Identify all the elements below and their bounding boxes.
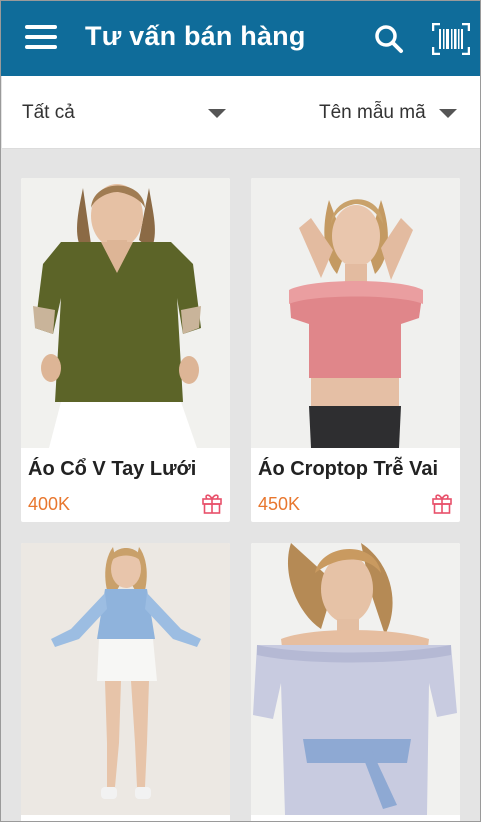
- barcode-scan-icon[interactable]: [431, 22, 471, 56]
- product-card[interactable]: Áo Croptop Trễ Vai 450K: [251, 178, 460, 522]
- filter-bar: Tất cả Tên mẫu mã: [2, 76, 480, 149]
- dropdown-arrow-icon: [439, 109, 457, 118]
- product-image: [21, 543, 230, 815]
- search-icon[interactable]: [373, 23, 405, 55]
- app-bar: Tư vấn bán hàng: [1, 1, 480, 76]
- product-name: Áo Croptop Trễ Vai: [258, 458, 439, 480]
- category-dropdown-label: Tất cả: [22, 102, 75, 123]
- sort-dropdown[interactable]: Tên mẫu mã: [319, 100, 459, 126]
- product-image: [21, 178, 230, 448]
- gift-icon[interactable]: [201, 492, 223, 514]
- product-name: Áo Cổ V Tay Lưới: [28, 458, 197, 480]
- product-image: [251, 178, 460, 448]
- category-dropdown[interactable]: Tất cả: [22, 100, 228, 126]
- product-card[interactable]: Áo Cổ V Tay Lưới 400K: [21, 178, 230, 522]
- hamburger-menu-icon[interactable]: [25, 25, 59, 53]
- gift-icon[interactable]: [431, 492, 453, 514]
- dropdown-arrow-icon: [208, 109, 226, 118]
- product-card[interactable]: [251, 543, 460, 821]
- sort-dropdown-label: Tên mẫu mã: [319, 102, 426, 123]
- product-card[interactable]: [21, 543, 230, 821]
- product-image: [251, 543, 460, 815]
- product-price: 400K: [28, 494, 71, 514]
- app-title: Tư vấn bán hàng: [85, 21, 306, 51]
- app-screen: Tư vấn bán hàng Tất cả Tên mẫu mã Áo Cổ …: [0, 0, 481, 822]
- product-price: 450K: [258, 494, 301, 514]
